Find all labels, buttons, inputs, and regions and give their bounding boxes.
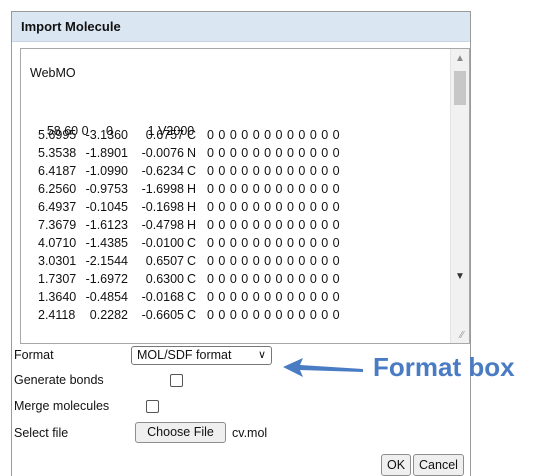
molfile-atom-line: 4.0710 -1.4385 -0.0100 C 0 0 0 0 0 0 0 0 0 0… <box>38 236 341 250</box>
annotation-arrow <box>283 358 363 377</box>
format-select-value: MOL/SDF format <box>137 348 232 362</box>
molfile-atom-line: 1.7307 -1.6972 0.6300 C 0 0 0 0 0 0 0 0 0 0 … <box>38 272 341 286</box>
ok-button[interactable]: OK <box>381 454 411 476</box>
generate-bonds-label: Generate bonds <box>14 373 104 387</box>
format-select[interactable]: MOL/SDF format ∨ <box>131 346 272 365</box>
molfile-atom-line: 3.0301 -2.1544 0.6507 C 0 0 0 0 0 0 0 0 0 0 … <box>38 254 341 268</box>
dialog-title: Import Molecule <box>21 19 121 34</box>
format-label: Format <box>14 348 54 362</box>
dialog-titlebar[interactable]: Import Molecule <box>12 12 470 42</box>
vertical-scrollbar[interactable]: ▲ ▼ <box>450 49 469 343</box>
arrow-left-icon <box>283 358 363 377</box>
cancel-button[interactable]: Cancel <box>413 454 464 476</box>
molecule-text-area[interactable]: WebMO 58 60 0 0 1 V2000 5.6995 -3.1360 0.6… <box>20 48 470 344</box>
molfile-content: WebMO 58 60 0 0 1 V2000 5.6995 -3.1360 0.6… <box>21 49 451 343</box>
molfile-atom-line: 1.3640 -0.4854 -0.0168 C 0 0 0 0 0 0 0 0 0 0… <box>38 290 341 304</box>
chevron-down-icon: ∨ <box>257 349 266 361</box>
molfile-header: WebMO <box>30 66 76 80</box>
merge-molecules-checkbox[interactable] <box>146 400 159 413</box>
molfile-atom-line: 6.2560 -0.9753 -1.6998 H 0 0 0 0 0 0 0 0 0 0… <box>38 182 341 196</box>
molfile-atom-line: 7.3679 -1.6123 -0.4798 H 0 0 0 0 0 0 0 0 0 0… <box>38 218 341 232</box>
molfile-atom-line: 5.6995 -3.1360 0.6757 C 0 0 0 0 0 0 0 0 0 0 … <box>38 128 341 142</box>
scrollbar-thumb[interactable] <box>454 71 466 105</box>
choose-file-button[interactable]: Choose File <box>135 422 226 443</box>
molfile-atom-line: 6.4937 -0.1045 -0.1698 H 0 0 0 0 0 0 0 0 0 0… <box>38 200 341 214</box>
selected-file-name: cv.mol <box>232 426 268 440</box>
select-file-label: Select file <box>14 426 69 440</box>
generate-bonds-checkbox[interactable] <box>170 374 183 387</box>
scroll-down-arrow-icon[interactable]: ▼ <box>451 268 469 286</box>
merge-molecules-label: Merge molecules <box>14 399 110 413</box>
molfile-atom-line: 2.4118 0.2282 -0.6605 C 0 0 0 0 0 0 0 0 0 0 … <box>38 308 341 322</box>
format-box-annotation: Format box <box>373 352 515 382</box>
molfile-atom-line: 5.3538 -1.8901 -0.0076 N 0 0 0 0 0 0 0 0 0 0… <box>38 146 341 160</box>
scroll-up-arrow-icon[interactable]: ▲ <box>451 49 469 67</box>
resize-grip-icon[interactable]: ⁄⁄ <box>456 330 468 342</box>
molfile-atom-line: 6.4187 -1.0990 -0.6234 C 0 0 0 0 0 0 0 0 0 0… <box>38 164 341 178</box>
